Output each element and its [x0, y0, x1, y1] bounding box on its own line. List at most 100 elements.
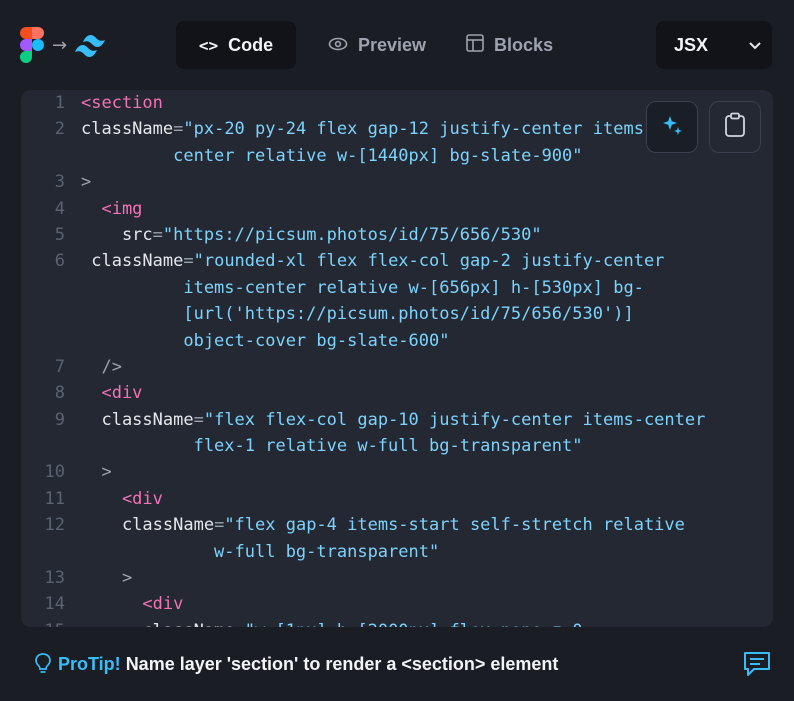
line-number: 15 — [21, 618, 65, 627]
line-text: src="https://picsum.photos/id/75/656/530… — [65, 222, 542, 248]
line-text: [url('https://picsum.photos/id/75/656/53… — [65, 301, 634, 327]
code-token-tag: <div — [81, 383, 143, 404]
line-number: 9 — [54, 409, 65, 430]
code-token-str: "px-20 py-24 flex gap-12 justify-center … — [183, 119, 655, 140]
code-token-punct: = — [152, 224, 163, 245]
code-line: 12 className="flex gap-4 items-start sel… — [21, 512, 773, 538]
code-line: flex-1 relative w-full bg-transparent" — [21, 433, 773, 459]
line-number: 5 — [54, 224, 65, 245]
code-token-attr: className — [81, 251, 184, 272]
code-line: 10 > — [21, 459, 773, 485]
code-token-tag: <div — [81, 594, 184, 615]
arrow-right-icon: → — [52, 34, 68, 56]
code-token-punct: = — [193, 409, 204, 430]
line-text: > — [65, 565, 132, 591]
eye-icon — [328, 35, 348, 56]
copy-button[interactable] — [709, 101, 761, 153]
line-text: w-full bg-transparent" — [65, 539, 439, 565]
line-text: <div — [65, 380, 142, 406]
tab-preview[interactable]: Preview — [308, 21, 446, 69]
sparkles-icon — [660, 113, 684, 142]
figma-logo-icon — [20, 27, 46, 63]
code-token-tag: <section — [81, 93, 163, 113]
line-text: center relative w-[1440px] bg-slate-900" — [65, 143, 582, 169]
code-token-attr: className — [81, 119, 174, 140]
code-token-punct: > — [81, 568, 133, 589]
line-number — [21, 433, 65, 459]
code-line: 6 className="rounded-xl flex flex-col ga… — [21, 248, 773, 274]
code-line: w-full bg-transparent" — [21, 539, 773, 565]
code-line: 3 > — [21, 169, 773, 195]
code-token-punct: = — [183, 251, 194, 272]
line-number: 3 — [54, 172, 65, 193]
line-text: <div — [65, 486, 163, 512]
line-number: 2 — [54, 119, 65, 140]
code-line: 7 /> — [21, 354, 773, 380]
code-token-str: "w-[1px] h-[2000px] flex-none z-0 — [245, 621, 583, 627]
line-number: 4 — [54, 198, 65, 219]
code-line: 13 > — [21, 565, 773, 591]
code-token-str: w-full bg-transparent" — [81, 541, 440, 562]
code-token-str: flex-1 relative w-full bg-transparent" — [81, 436, 583, 457]
line-number — [21, 301, 65, 327]
language-select[interactable]: JSX — [656, 21, 772, 69]
code-token-str: object-cover bg-slate-600" — [81, 330, 450, 351]
line-text: <img — [65, 196, 142, 222]
code-token-punct: = — [214, 515, 225, 536]
code-line: items-center relative w-[656px] h-[530px… — [21, 275, 773, 301]
line-number: 14 — [44, 594, 65, 615]
line-text: items-center relative w-[656px] h-[530px… — [65, 275, 644, 301]
integration-logos: → — [20, 27, 113, 63]
line-text: className="rounded-xl flex flex-col gap-… — [65, 248, 664, 274]
line-text: > — [65, 169, 91, 195]
code-editor[interactable]: 1 <section 2 className="px-20 py-24 flex ga… — [21, 90, 773, 627]
line-number — [21, 539, 65, 565]
code-token-punct: = — [173, 119, 184, 140]
code-line: 9 className="flex flex-col gap-10 justif… — [21, 407, 773, 433]
line-text: <div — [65, 591, 183, 617]
line-text: className="flex gap-4 items-start self-s… — [65, 512, 685, 538]
code-token-punct: > — [81, 462, 112, 483]
code-line: 14 <div — [21, 591, 773, 617]
code-token-str: items-center relative w-[656px] h-[530px… — [81, 277, 644, 298]
code-token-attr: className — [81, 621, 234, 627]
code-token-tag: <img — [81, 198, 143, 219]
lightbulb-icon — [34, 652, 52, 681]
tab-blocks[interactable]: Blocks — [446, 21, 573, 69]
line-number — [21, 328, 65, 354]
line-number: 1 — [54, 93, 65, 113]
line-number — [21, 275, 65, 301]
code-line: object-cover bg-slate-600" — [21, 328, 773, 354]
tab-blocks-label: Blocks — [494, 34, 554, 55]
code-token-punct: = — [235, 621, 245, 627]
code-token-str: "flex flex-col gap-10 justify-center ite… — [203, 409, 706, 430]
feedback-chat-icon[interactable] — [742, 650, 772, 683]
protip-text: ProTip! Name layer 'section' to render a… — [58, 654, 558, 675]
code-token-str: "rounded-xl flex flex-col gap-2 justify-… — [193, 251, 665, 272]
tab-code[interactable]: <> Code — [176, 21, 296, 69]
chevron-down-icon — [748, 35, 762, 56]
line-text: > — [65, 459, 112, 485]
code-token-str: "flex gap-4 items-start self-stretch rel… — [224, 515, 685, 536]
line-number: 6 — [54, 251, 65, 272]
line-text: object-cover bg-slate-600" — [65, 328, 449, 354]
ai-generate-button[interactable] — [646, 101, 698, 153]
code-token-tag: <div — [81, 488, 163, 509]
line-number: 11 — [44, 488, 65, 509]
line-number: 7 — [54, 356, 65, 377]
line-text: className="px-20 py-24 flex gap-12 justi… — [65, 116, 654, 142]
code-block: 1 <section 2 className="px-20 py-24 flex ga… — [21, 90, 773, 627]
line-text: flex-1 relative w-full bg-transparent" — [65, 433, 583, 459]
code-line: 15 className="w-[1px] h-[2000px] flex-no… — [21, 618, 773, 627]
line-number: 13 — [44, 568, 65, 589]
code-token-str: "https://picsum.photos/id/75/656/530" — [162, 224, 542, 245]
line-text: className="flex flex-col gap-10 justify-… — [65, 407, 705, 433]
line-text: <section — [65, 90, 163, 116]
code-token-attr: className — [81, 409, 194, 430]
code-token-attr: src — [81, 224, 153, 245]
code-token-str: [url('https://picsum.photos/id/75/656/53… — [81, 304, 634, 325]
code-line: 4 <img — [21, 196, 773, 222]
tab-preview-label: Preview — [358, 34, 427, 55]
tailwind-logo-icon — [73, 32, 113, 58]
tab-code-label: Code — [228, 34, 274, 55]
